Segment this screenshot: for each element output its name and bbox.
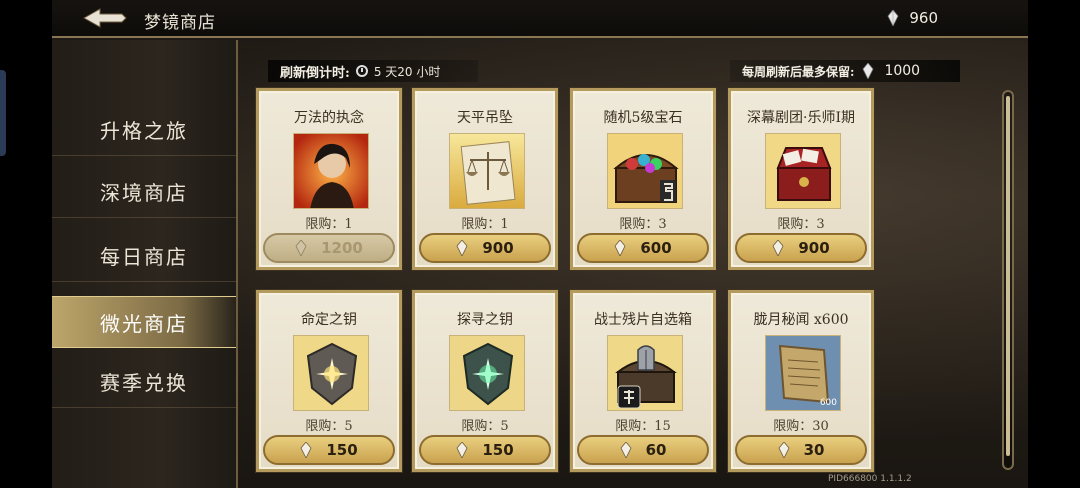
price-value: 150 <box>482 441 514 459</box>
max-keep-info: 每周刷新后最多保留: 1000 <box>730 60 960 82</box>
purchase-limit: 限购：3 <box>619 217 667 232</box>
crystal-icon <box>772 240 784 256</box>
back-button[interactable] <box>82 6 128 30</box>
scrollbar[interactable] <box>1002 90 1014 470</box>
purchase-limit: 限购：30 <box>773 419 829 434</box>
buy-button[interactable]: 1200 <box>263 233 395 263</box>
treasure-chest-icon <box>607 133 683 209</box>
item-name: 万法的执念 <box>294 110 364 126</box>
purchase-limit: 限购：1 <box>461 217 509 232</box>
shop-item-card[interactable]: 战士残片自选箱 限购：15 60 <box>570 290 716 472</box>
right-gutter <box>1028 0 1080 488</box>
scrollbar-thumb[interactable] <box>1006 96 1010 456</box>
item-name: 胧月秘闻 x600 <box>753 312 849 328</box>
clock-icon <box>355 65 368 77</box>
sidebar-item-ascension[interactable]: 升格之旅 <box>52 104 236 156</box>
sidebar: 升格之旅 深境商店 每日商店 微光商店 赛季兑换 <box>52 40 238 488</box>
buy-button[interactable]: 600 <box>577 233 709 263</box>
edge-tab[interactable] <box>0 70 6 156</box>
shop-item-card[interactable]: 深幕剧团·乐师I期 限购：3 900 <box>728 88 874 270</box>
item-name: 深幕剧团·乐师I期 <box>747 110 855 126</box>
sidebar-item-glimmer-shop[interactable]: 微光商店 <box>52 296 236 348</box>
crystal-icon <box>614 240 626 256</box>
crystal-icon <box>300 442 312 458</box>
refresh-countdown: 刷新倒计时: 5 天20 小时 <box>268 60 478 82</box>
item-name: 探寻之钥 <box>457 312 513 328</box>
crystal-icon <box>456 240 468 256</box>
portrait-icon <box>293 133 369 209</box>
helmet-chest-icon <box>607 335 683 411</box>
shop-item-card[interactable]: 万法的执念 限购：1 1200 <box>256 88 402 270</box>
buy-button[interactable]: 30 <box>735 435 867 465</box>
crystal-icon <box>295 240 307 256</box>
crystal-icon <box>778 442 790 458</box>
item-name: 随机5级宝石 <box>603 110 683 126</box>
item-quantity-badge: 600 <box>819 398 837 408</box>
crystal-icon <box>887 10 899 26</box>
currency-value: 960 <box>909 9 938 27</box>
scales-pendant-icon <box>449 133 525 209</box>
version-label: PID666800 1.1.1.2 <box>828 474 912 484</box>
price-value: 60 <box>645 441 667 459</box>
shop-item-card[interactable]: 命定之钥 限购：5 150 <box>256 290 402 472</box>
price-value: 30 <box>803 441 825 459</box>
scroll-icon: 600 <box>765 335 841 411</box>
purchase-limit: 限购：1 <box>305 217 353 232</box>
item-name: 命定之钥 <box>301 312 357 328</box>
price-value: 900 <box>798 239 830 257</box>
purchase-limit: 限购：5 <box>461 419 509 434</box>
shop-item-card[interactable]: 胧月秘闻 x600 600 限购：30 30 <box>728 290 874 472</box>
page-title: 梦镜商店 <box>144 13 216 33</box>
red-chest-icon <box>765 133 841 209</box>
item-name: 战士残片自选箱 <box>594 312 692 328</box>
sidebar-item-season-exchange[interactable]: 赛季兑换 <box>52 356 236 408</box>
buy-button[interactable]: 900 <box>419 233 551 263</box>
buy-button[interactable]: 150 <box>419 435 551 465</box>
sidebar-item-abyss-shop[interactable]: 深境商店 <box>52 166 236 218</box>
buy-button[interactable]: 60 <box>577 435 709 465</box>
purchase-limit: 限购：15 <box>615 419 671 434</box>
crystal-icon <box>456 442 468 458</box>
price-value: 600 <box>640 239 672 257</box>
top-bar: 梦镜商店 960 <box>52 0 1028 38</box>
green-shield-icon <box>449 335 525 411</box>
max-keep-value: 1000 <box>884 63 921 79</box>
shop-item-card[interactable]: 天平吊坠 限购：1 900 <box>412 88 558 270</box>
shop-screen: 梦镜商店 960 升格之旅 深境商店 每日商店 微光商店 赛季兑换 刷新倒计时:… <box>0 0 1080 488</box>
left-gutter <box>0 0 52 488</box>
refresh-label: 刷新倒计时: <box>280 65 350 81</box>
price-value: 1200 <box>321 239 363 257</box>
purchase-limit: 限购：5 <box>305 419 353 434</box>
price-value: 150 <box>326 441 358 459</box>
item-name: 天平吊坠 <box>457 110 513 126</box>
max-keep-label: 每周刷新后最多保留: <box>742 64 855 79</box>
shop-item-card[interactable]: 探寻之钥 限购：5 150 <box>412 290 558 472</box>
buy-button[interactable]: 900 <box>735 233 867 263</box>
golden-shield-icon <box>293 335 369 411</box>
crystal-icon <box>620 442 632 458</box>
purchase-limit: 限购：3 <box>777 217 825 232</box>
currency-display: 960 <box>887 9 938 27</box>
buy-button[interactable]: 150 <box>263 435 395 465</box>
refresh-time: 5 天20 小时 <box>373 64 441 79</box>
shop-item-card[interactable]: 随机5级宝石 限购：3 600 <box>570 88 716 270</box>
sidebar-item-daily-shop[interactable]: 每日商店 <box>52 230 236 282</box>
crystal-icon <box>862 63 874 79</box>
price-value: 900 <box>482 239 514 257</box>
back-arrow-icon <box>82 8 127 28</box>
